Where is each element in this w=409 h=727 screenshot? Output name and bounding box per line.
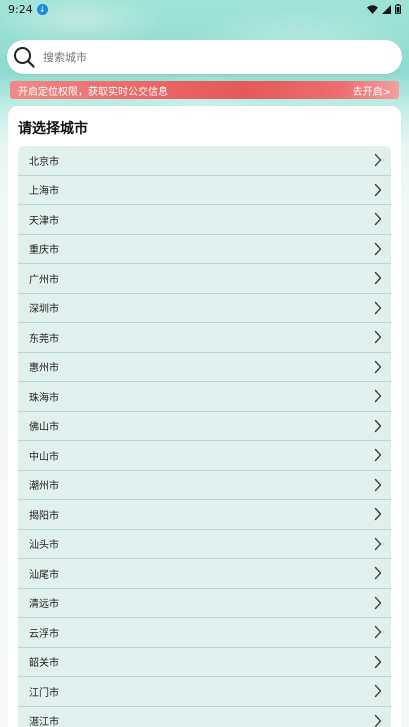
city-list-item[interactable]: 上海市: [18, 175, 391, 205]
search-input[interactable]: [41, 49, 365, 65]
city-list-item[interactable]: 揭阳市: [18, 500, 391, 530]
city-name: 天津市: [29, 215, 59, 227]
banner-text: 开启定位权限，获取实时公交信息: [18, 86, 168, 98]
chevron-right-icon: [374, 478, 382, 491]
city-list: 北京市上海市天津市重庆市广州市深圳市东莞市惠州市珠海市佛山市中山市潮州市揭阳市汕…: [18, 146, 391, 727]
chevron-right-icon: [374, 537, 382, 550]
location-permission-banner[interactable]: 开启定位权限，获取实时公交信息 去开启>: [10, 81, 399, 99]
battery-icon: [395, 4, 401, 14]
chevron-right-icon: [374, 213, 382, 226]
status-bar: 9:24 ↓: [0, 0, 409, 18]
city-name: 中山市: [29, 451, 59, 463]
city-list-item[interactable]: 广州市: [18, 264, 391, 294]
download-icon: ↓: [36, 3, 48, 15]
city-list-item[interactable]: 汕头市: [18, 529, 391, 559]
city-list-item[interactable]: 北京市: [18, 146, 391, 176]
city-name: 云浮市: [29, 628, 59, 640]
city-name: 广州市: [29, 274, 59, 286]
chevron-right-icon: [374, 419, 382, 432]
chevron-right-icon: [374, 626, 382, 639]
chevron-right-icon: [374, 508, 382, 521]
card-title: 请选择城市: [18, 121, 88, 137]
status-right: [367, 4, 401, 14]
status-left: 9:24 ↓: [8, 3, 48, 16]
city-list-item[interactable]: 江门市: [18, 677, 391, 707]
chevron-right-icon: [374, 655, 382, 668]
city-select-card: 请选择城市 北京市上海市天津市重庆市广州市深圳市东莞市惠州市珠海市佛山市中山市潮…: [8, 106, 401, 727]
city-name: 汕尾市: [29, 569, 59, 581]
city-name: 潮州市: [29, 481, 59, 493]
city-list-item[interactable]: 清远市: [18, 588, 391, 618]
city-name: 北京市: [29, 156, 59, 168]
city-list-item[interactable]: 深圳市: [18, 293, 391, 323]
city-list-item[interactable]: 佛山市: [18, 411, 391, 441]
city-list-item[interactable]: 中山市: [18, 441, 391, 471]
search-icon: [14, 47, 35, 68]
city-list-item[interactable]: 汕尾市: [18, 559, 391, 589]
city-list-item[interactable]: 潮州市: [18, 470, 391, 500]
chevron-right-icon: [374, 360, 382, 373]
chevron-right-icon: [374, 714, 382, 727]
city-list-item[interactable]: 天津市: [18, 205, 391, 235]
city-name: 湛江市: [29, 717, 59, 727]
chevron-right-icon: [374, 596, 382, 609]
chevron-right-icon: [374, 331, 382, 344]
city-list-item[interactable]: 惠州市: [18, 352, 391, 382]
search-bar[interactable]: [7, 40, 402, 74]
city-name: 珠海市: [29, 392, 59, 404]
chevron-right-icon: [374, 301, 382, 314]
chevron-right-icon: [374, 685, 382, 698]
chevron-right-icon: [374, 449, 382, 462]
city-name: 惠州市: [29, 363, 59, 375]
status-time: 9:24: [8, 2, 33, 16]
signal-icon: [382, 4, 391, 14]
enable-location-link[interactable]: 去开启>: [353, 83, 391, 98]
city-list-item[interactable]: 湛江市: [18, 706, 391, 727]
city-name: 清远市: [29, 599, 59, 611]
city-list-item[interactable]: 东莞市: [18, 323, 391, 353]
chevron-right-icon: [374, 390, 382, 403]
city-name: 江门市: [29, 687, 59, 699]
city-name: 佛山市: [29, 422, 59, 434]
city-name: 重庆市: [29, 245, 59, 257]
city-list-item[interactable]: 韶关市: [18, 647, 391, 677]
wifi-icon: [367, 4, 378, 14]
chevron-right-icon: [374, 154, 382, 167]
chevron-right-icon: [374, 183, 382, 196]
city-name: 上海市: [29, 186, 59, 198]
city-name: 韶关市: [29, 658, 59, 670]
city-list-item[interactable]: 云浮市: [18, 618, 391, 648]
chevron-right-icon: [374, 272, 382, 285]
city-name: 深圳市: [29, 304, 59, 316]
chevron-right-icon: [374, 567, 382, 580]
city-list-item[interactable]: 珠海市: [18, 382, 391, 412]
chevron-right-icon: [374, 242, 382, 255]
city-name: 东莞市: [29, 333, 59, 345]
city-name: 汕头市: [29, 540, 59, 552]
city-list-item[interactable]: 重庆市: [18, 234, 391, 264]
city-name: 揭阳市: [29, 510, 59, 522]
